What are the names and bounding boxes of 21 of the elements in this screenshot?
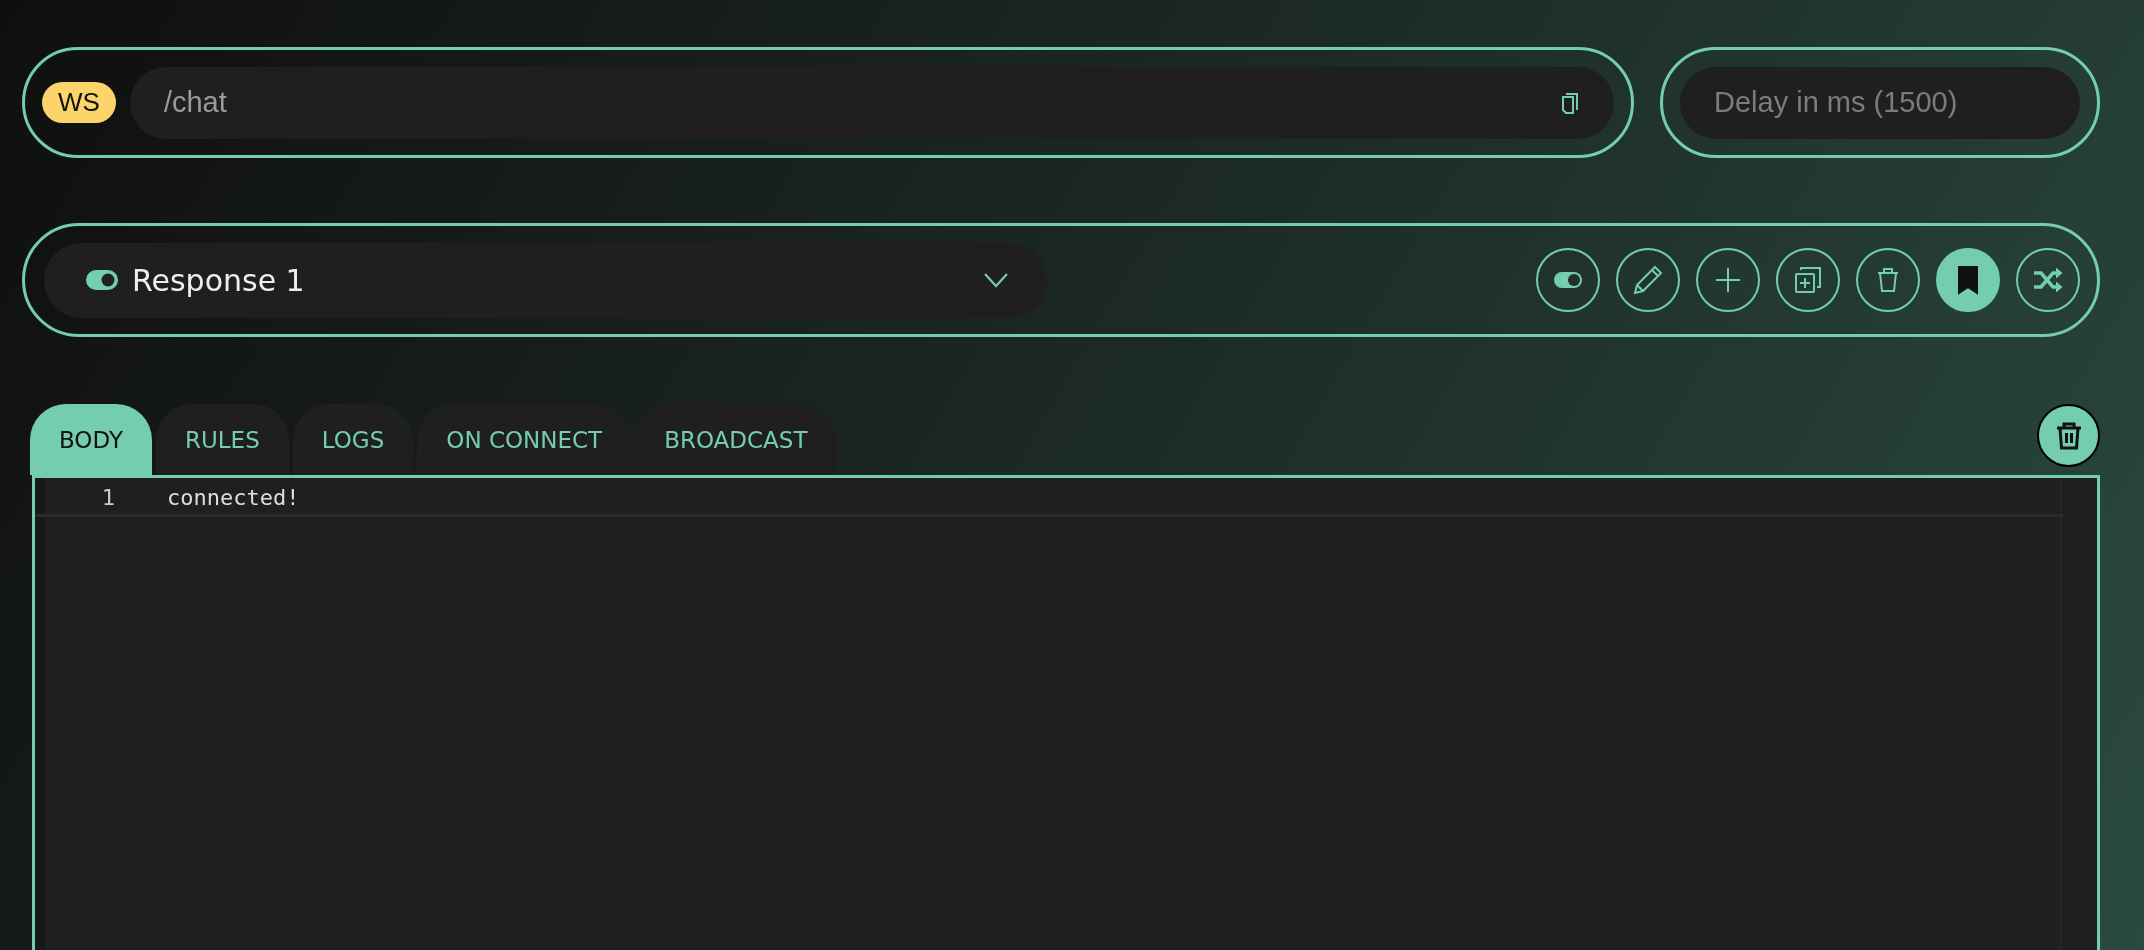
delay-field[interactable]: Delay in ms (1500) (1680, 66, 2080, 139)
duplicate-button[interactable] (1776, 248, 1840, 312)
response-dropdown[interactable]: Response 1 (44, 242, 1047, 318)
line-number: 1 (100, 484, 115, 510)
code-editor[interactable]: 1 connected! (32, 475, 2100, 950)
toggle-button[interactable] (1536, 248, 1600, 312)
shuffle-button[interactable] (2016, 248, 2080, 312)
path-field[interactable]: /chat (129, 66, 1614, 139)
tab[interactable]: BROADCAST (635, 404, 837, 475)
tab[interactable]: RULES (156, 404, 289, 475)
delete-button[interactable] (1856, 248, 1920, 312)
tab[interactable]: LOGS (292, 404, 414, 475)
edit-button[interactable] (1616, 248, 1680, 312)
tab[interactable]: BODY (30, 404, 152, 475)
chevron-down-icon (983, 272, 1009, 288)
trash-icon (2054, 420, 2083, 451)
tab[interactable]: ON CONNECT (417, 404, 632, 475)
protocol-badge: WS (42, 82, 116, 123)
add-button[interactable] (1696, 248, 1760, 312)
code-line: connected! (167, 484, 300, 510)
pencil-icon (1631, 263, 1665, 297)
